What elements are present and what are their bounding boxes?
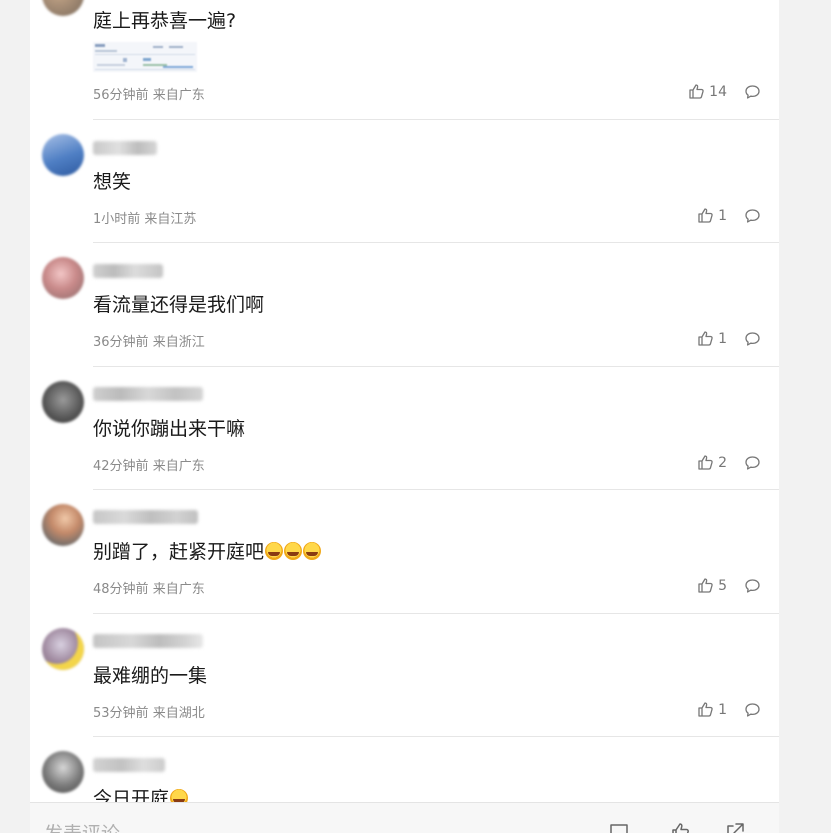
comment-location: 来自湖北 <box>152 706 205 721</box>
comment-bubble-icon <box>745 209 760 223</box>
like-button[interactable]: 1 <box>697 701 727 718</box>
comment-text-content: 别蹭了，赶紧开庭吧 <box>93 541 265 563</box>
like-button[interactable]: 2 <box>697 454 727 471</box>
comment-location: 来自浙江 <box>152 335 205 350</box>
like-count: 1 <box>718 701 727 718</box>
comment-meta: 53分钟前 来自湖北 <box>93 702 205 721</box>
comment-text: 别蹭了，赶紧开庭吧 <box>93 540 322 564</box>
thumbs-up-icon[interactable] <box>670 821 692 833</box>
thumbs-up-icon <box>689 84 704 99</box>
comment-meta: 48分钟前 来自广东 <box>93 578 205 597</box>
comment-bubble-icon <box>745 703 760 717</box>
comment-meta: 1小时前 来自江苏 <box>93 208 196 227</box>
comment-text: 今日开庭 <box>93 787 189 802</box>
comment-text: 想笑 <box>93 171 132 193</box>
reply-button[interactable] <box>744 455 761 475</box>
reply-button[interactable] <box>744 84 761 104</box>
comment-item: 想笑 1小时前 来自江苏 1 <box>30 120 779 243</box>
like-count: 14 <box>709 83 727 100</box>
comment-text-content: 今日开庭 <box>93 788 170 802</box>
comment-input[interactable]: 发表评论 <box>44 819 120 833</box>
comment-text: 最难绷的一集 <box>93 665 208 687</box>
comment-item: 看流量还得是我们啊 36分钟前 来自浙江 1 <box>30 243 779 367</box>
comment-location: 来自江苏 <box>144 212 197 227</box>
comment-text: 你说你蹦出来干嘛 <box>93 418 246 440</box>
avatar[interactable] <box>42 381 84 423</box>
avatar[interactable] <box>42 504 84 546</box>
like-button[interactable]: 1 <box>697 330 727 347</box>
thumbs-up-icon <box>698 455 713 470</box>
username[interactable] <box>93 387 203 401</box>
avatar[interactable] <box>42 134 84 176</box>
reply-button[interactable] <box>744 578 761 598</box>
avatar[interactable] <box>42 257 84 299</box>
like-button[interactable]: 5 <box>697 577 727 594</box>
comment-time: 53分钟前 <box>93 706 149 721</box>
comment-time: 56分钟前 <box>93 88 149 103</box>
reply-button[interactable] <box>744 702 761 722</box>
comment-meta: 42分钟前 来自广东 <box>93 455 205 474</box>
like-button[interactable]: 14 <box>688 83 727 100</box>
comment-time: 1小时前 <box>93 212 141 227</box>
comment-item: 今日开庭 <box>30 737 779 802</box>
comment-item: 你说你蹦出来干嘛 42分钟前 来自广东 2 <box>30 367 779 490</box>
thumbs-up-icon <box>698 578 713 593</box>
username[interactable] <box>93 634 203 648</box>
like-count: 1 <box>718 330 727 347</box>
thumbs-up-icon <box>698 208 713 223</box>
comment-bubble-icon <box>745 456 760 470</box>
thumbs-up-icon <box>698 331 713 346</box>
thumbs-up-icon <box>698 702 713 717</box>
comment-bubble-icon <box>745 85 760 99</box>
avatar[interactable] <box>42 628 84 670</box>
reply-button[interactable] <box>744 331 761 351</box>
crying-laughing-emoji-icon <box>170 789 189 802</box>
like-count: 2 <box>718 454 727 471</box>
username[interactable] <box>93 510 198 524</box>
comment-text: 看流量还得是我们啊 <box>93 294 265 316</box>
like-count: 1 <box>718 207 727 224</box>
comment-bubble-icon <box>745 579 760 593</box>
comment-item: 别蹭了，赶紧开庭吧 48分钟前 来自广东 5 <box>30 490 779 614</box>
comment-icon[interactable] <box>608 821 630 833</box>
comment-meta: 36分钟前 来自浙江 <box>93 331 205 350</box>
comment-location: 来自广东 <box>152 88 205 103</box>
comment-bubble-icon <box>745 332 760 346</box>
comment-text: 庭上再恭喜一遍? <box>93 10 237 32</box>
laughing-emoji-icon <box>265 542 284 560</box>
avatar[interactable] <box>42 0 84 16</box>
comment-composer-bar: 发表评论 <box>30 802 779 833</box>
comment-meta: 56分钟前 来自广东 <box>93 84 205 103</box>
username[interactable] <box>93 758 165 772</box>
laughing-emoji-icon <box>303 542 322 560</box>
comment-time: 48分钟前 <box>93 582 149 597</box>
share-icon[interactable] <box>724 821 746 833</box>
like-count: 5 <box>718 577 727 594</box>
comment-item: 最难绷的一集 53分钟前 来自湖北 1 <box>30 614 779 737</box>
avatar[interactable] <box>42 751 84 793</box>
laughing-emoji-icon <box>284 542 303 560</box>
attached-image-thumbnail[interactable] <box>93 42 197 72</box>
username[interactable] <box>93 264 163 278</box>
comment-time: 42分钟前 <box>93 459 149 474</box>
comment-item: 庭上再恭喜一遍? 56分钟前 来自广东 14 <box>30 0 779 120</box>
comment-location: 来自广东 <box>152 582 205 597</box>
comment-location: 来自广东 <box>152 459 205 474</box>
comment-time: 36分钟前 <box>93 335 149 350</box>
like-button[interactable]: 1 <box>697 207 727 224</box>
comment-list: 庭上再恭喜一遍? 56分钟前 来自广东 14 想笑 1小时前 来自江苏 1 看流… <box>30 0 779 802</box>
username[interactable] <box>93 141 157 155</box>
reply-button[interactable] <box>744 208 761 228</box>
